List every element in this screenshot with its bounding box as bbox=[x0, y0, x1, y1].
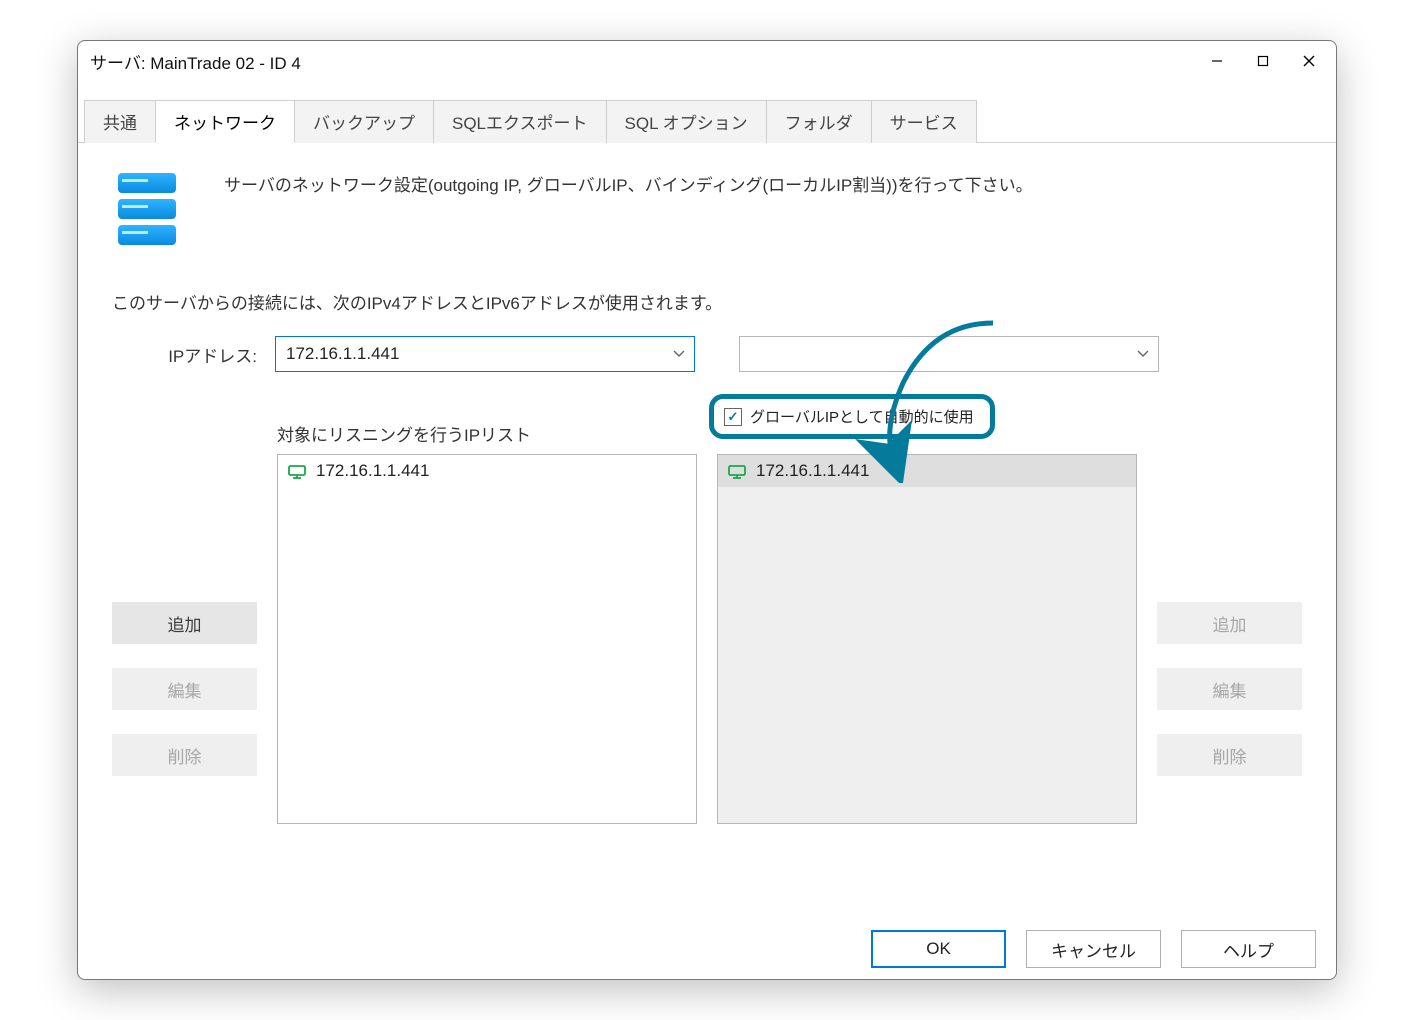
tabrow: 共通 ネットワーク バックアップ SQLエクスポート SQL オプション フォル… bbox=[78, 99, 1336, 143]
maximize-button[interactable] bbox=[1240, 45, 1286, 77]
subheading-text: このサーバからの接続には、次のIPv4アドレスとIPv6アドレスが使用されます。 bbox=[112, 289, 1302, 314]
ip-address-label: IPアドレス: bbox=[112, 342, 257, 367]
tab-network[interactable]: ネットワーク bbox=[155, 100, 295, 143]
titlebar: サーバ: MainTrade 02 - ID 4 bbox=[78, 41, 1336, 81]
tab-sqloptions[interactable]: SQL オプション bbox=[606, 100, 767, 143]
close-button[interactable] bbox=[1286, 45, 1332, 77]
chevron-down-icon bbox=[1128, 337, 1158, 371]
right-edit-button[interactable]: 編集 bbox=[1157, 668, 1302, 710]
global-ip-checkbox-highlight: ✓ グローバルIPとして自動的に使用 bbox=[709, 394, 995, 439]
tab-service[interactable]: サービス bbox=[871, 100, 977, 143]
ipv4-address-combobox[interactable]: 172.16.1.1.441 bbox=[275, 336, 695, 372]
left-button-group: 追加 編集 削除 bbox=[112, 602, 257, 776]
network-icon bbox=[288, 464, 306, 478]
listening-ip-column: 対象にリスニングを行うIPリスト 172.16.1.1.441 bbox=[277, 412, 697, 824]
global-ip-checkbox-label: グローバルIPとして自動的に使用 bbox=[750, 406, 974, 427]
server-settings-window: サーバ: MainTrade 02 - ID 4 共通 ネットワーク バックアッ… bbox=[77, 40, 1337, 980]
network-tab-content: サーバのネットワーク設定(outgoing IP, グローバルIP、バインディン… bbox=[78, 143, 1336, 919]
tab-backup[interactable]: バックアップ bbox=[294, 100, 434, 143]
header-row: サーバのネットワーク設定(outgoing IP, グローバルIP、バインディン… bbox=[112, 167, 1302, 261]
ipv6-address-combobox[interactable] bbox=[739, 336, 1159, 372]
window-title: サーバ: MainTrade 02 - ID 4 bbox=[90, 49, 1194, 74]
ok-button[interactable]: OK bbox=[871, 930, 1006, 968]
left-add-button[interactable]: 追加 bbox=[112, 602, 257, 644]
global-ip-checkbox[interactable]: ✓ bbox=[724, 408, 742, 426]
list-item[interactable]: 172.16.1.1.441 bbox=[278, 455, 696, 487]
dialog-footer: OK キャンセル ヘルプ bbox=[78, 919, 1336, 979]
listening-ip-label: 対象にリスニングを行うIPリスト bbox=[277, 412, 697, 454]
ipv4-address-value: 172.16.1.1.441 bbox=[276, 344, 664, 364]
left-delete-button[interactable]: 削除 bbox=[112, 734, 257, 776]
tab-common[interactable]: 共通 bbox=[84, 100, 156, 143]
right-delete-button[interactable]: 削除 bbox=[1157, 734, 1302, 776]
server-icon bbox=[112, 167, 192, 261]
help-button[interactable]: ヘルプ bbox=[1181, 930, 1316, 968]
cancel-button[interactable]: キャンセル bbox=[1026, 930, 1161, 968]
right-button-group: 追加 編集 削除 bbox=[1157, 602, 1302, 776]
list-item-label: 172.16.1.1.441 bbox=[316, 461, 429, 481]
tab-folder[interactable]: フォルダ bbox=[766, 100, 872, 143]
tab-sqlexport[interactable]: SQLエクスポート bbox=[433, 100, 607, 143]
global-ip-listbox[interactable]: 172.16.1.1.441 bbox=[717, 454, 1137, 824]
header-description: サーバのネットワーク設定(outgoing IP, グローバルIP、バインディン… bbox=[224, 167, 1033, 196]
ip-address-row: IPアドレス: 172.16.1.1.441 bbox=[112, 336, 1302, 372]
chevron-down-icon bbox=[664, 337, 694, 371]
minimize-button[interactable] bbox=[1194, 45, 1240, 77]
right-add-button[interactable]: 追加 bbox=[1157, 602, 1302, 644]
left-edit-button[interactable]: 編集 bbox=[112, 668, 257, 710]
listening-ip-listbox[interactable]: 172.16.1.1.441 bbox=[277, 454, 697, 824]
global-ip-column: ✓ グローバルIPとして自動的に使用 172.16.1.1 bbox=[717, 412, 1137, 824]
